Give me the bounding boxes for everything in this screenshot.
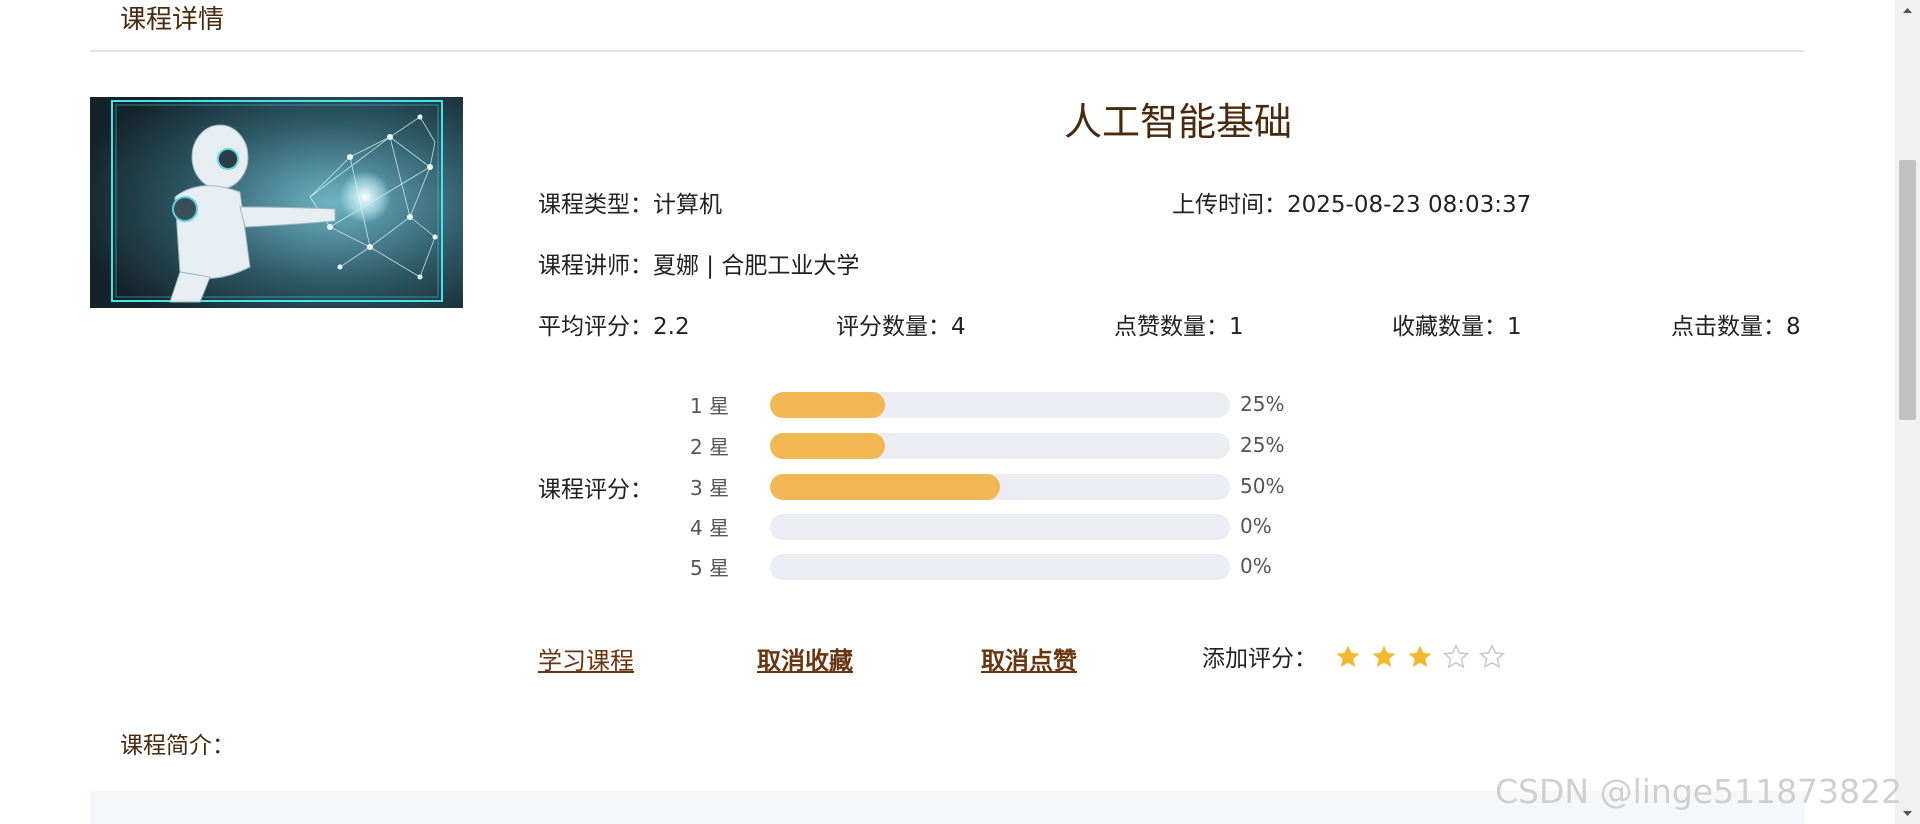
stat-label: 点击数量： [1671, 314, 1786, 340]
stat-rating-count: 评分数量：4 [836, 311, 966, 343]
rating-row-label: 5 星 [690, 556, 730, 580]
stat-average-rating: 平均评分：2.2 [538, 311, 690, 343]
course-teacher: 课程讲师：夏娜 | 合肥工业大学 [538, 250, 859, 282]
rating-row-percent: 25% [1240, 392, 1285, 416]
rating-row-1-star: 1 星 25% [690, 390, 1290, 420]
rating-bar-fill [770, 474, 1000, 500]
rating-row-label: 1 星 [690, 394, 730, 418]
add-rating-stars[interactable] [1335, 644, 1505, 670]
star-filled-icon[interactable] [1371, 644, 1397, 670]
stat-value: 8 [1786, 314, 1801, 340]
scroll-up-arrow-icon[interactable] [1895, 0, 1920, 20]
stat-label: 评分数量： [836, 314, 951, 340]
rating-row-4-star: 4 星 0% [690, 512, 1290, 542]
course-cover-image [90, 97, 463, 308]
course-intro-label: 课程简介： [120, 733, 235, 759]
course-name: 人工智能基础 [1064, 100, 1293, 144]
course-type: 课程类型：计算机 [538, 189, 722, 221]
rating-row-2-star: 2 星 25% [690, 431, 1290, 461]
stat-click-count: 点击数量：8 [1671, 311, 1801, 343]
rating-row-label: 4 星 [690, 516, 730, 540]
stat-favorite-count: 收藏数量：1 [1392, 311, 1522, 343]
rating-row-5-star: 5 星 0% [690, 552, 1290, 582]
stat-value: 2.2 [653, 314, 690, 340]
unlike-link[interactable]: 取消点赞 [981, 645, 1077, 677]
star-empty-icon[interactable] [1479, 644, 1505, 670]
star-filled-icon[interactable] [1407, 644, 1433, 670]
stat-like-count: 点赞数量：1 [1114, 311, 1244, 343]
vertical-scrollbar[interactable] [1895, 0, 1920, 824]
course-teacher-value: 夏娜 | 合肥工业大学 [653, 253, 860, 279]
study-course-link[interactable]: 学习课程 [538, 645, 634, 677]
stat-value: 1 [1507, 314, 1522, 340]
course-rating-label: 课程评分： [538, 477, 653, 503]
title-divider [90, 50, 1805, 52]
upload-time-value: 2025-08-23 08:03:37 [1287, 192, 1532, 218]
course-detail-page: 课程详情 人工智能基础 课程类型：计算机 上传时间：2025-08-23 08:… [0, 0, 1920, 824]
rating-row-percent: 25% [1240, 433, 1285, 457]
rating-bar-track [770, 474, 1230, 500]
page-title: 课程详情 [120, 5, 225, 35]
unfavorite-link[interactable]: 取消收藏 [757, 645, 853, 677]
add-rating-label: 添加评分： [1202, 646, 1317, 672]
rating-row-3-star: 3 星 50% [690, 472, 1290, 502]
upload-time: 上传时间：2025-08-23 08:03:37 [1172, 189, 1531, 221]
rating-bar-fill [770, 392, 885, 418]
stat-label: 收藏数量： [1392, 314, 1507, 340]
course-teacher-label: 课程讲师： [538, 253, 653, 279]
course-type-label: 课程类型： [538, 192, 653, 218]
rating-row-percent: 0% [1240, 514, 1272, 538]
course-type-value: 计算机 [653, 192, 722, 218]
stat-value: 4 [951, 314, 966, 340]
rating-row-percent: 0% [1240, 554, 1272, 578]
rating-bar-track [770, 392, 1230, 418]
rating-bar-fill [770, 433, 885, 459]
rating-row-label: 3 星 [690, 476, 730, 500]
stat-label: 点赞数量： [1114, 314, 1229, 340]
rating-row-label: 2 星 [690, 435, 730, 459]
upload-time-label: 上传时间： [1172, 192, 1287, 218]
star-empty-icon[interactable] [1443, 644, 1469, 670]
star-filled-icon[interactable] [1335, 644, 1361, 670]
watermark: CSDN @linge511873822 [1495, 772, 1903, 811]
rating-bar-track [770, 433, 1230, 459]
stat-value: 1 [1229, 314, 1244, 340]
rating-row-percent: 50% [1240, 474, 1285, 498]
rating-bar-track [770, 554, 1230, 580]
stat-label: 平均评分： [538, 314, 653, 340]
scrollbar-thumb[interactable] [1899, 160, 1916, 420]
rating-bar-track [770, 514, 1230, 540]
